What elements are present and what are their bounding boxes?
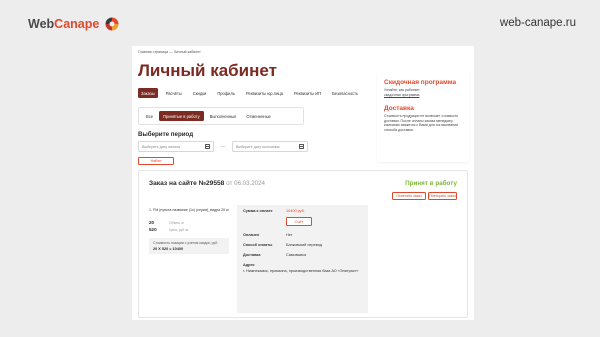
start-date-field[interactable]: Выберите дату начала [138, 141, 214, 153]
delivery-title: Доставка [384, 105, 414, 113]
discount-program-link[interactable]: скидочная программа [384, 93, 419, 97]
summary-payment-method-row: Способ оплаты Банковский перевод [243, 243, 362, 247]
filter-all[interactable]: Все [142, 111, 157, 121]
invoice-button[interactable]: Счёт [286, 217, 312, 227]
summary-total-row: Сумма к оплате 10400 руб. [243, 209, 362, 213]
paid-value: Нет [286, 233, 293, 238]
logo-mark-icon [105, 17, 119, 31]
price-value: 520 [149, 227, 157, 233]
product-name[interactable]: 1. FM (пункта название (1x) (серия)_видр… [149, 208, 229, 213]
tab-security[interactable]: Безопасность [329, 88, 361, 98]
tab-orders[interactable]: Заказы [138, 88, 158, 99]
delivery-value: Самовывоз [286, 253, 307, 258]
delivery-label: Доставка [243, 253, 261, 258]
quantity-value: 20 [149, 220, 155, 226]
brand-name-part2: Canape [54, 17, 100, 31]
quantity-label: Объем, м [169, 220, 184, 225]
filter-cancelled[interactable]: Отмененные [242, 111, 274, 121]
find-button[interactable]: Найти [138, 157, 174, 166]
order-status-filter: Все Принятые в работу Выполненные Отмене… [138, 107, 304, 126]
total-label: Сумма к оплате [243, 209, 273, 214]
order-number: Заказ на сайте №29558 [149, 180, 225, 188]
info-sidebar: Скидочная программа Узнайте, как работае… [377, 72, 469, 162]
item-cost-box: Стоимость позиции с учетом скидки, руб. … [149, 238, 229, 254]
end-date-field[interactable]: Выберите дату окончания [232, 141, 308, 153]
summary-paid-row: Оплачен Нет [243, 233, 362, 237]
filter-accepted[interactable]: Принятые в работу [159, 111, 204, 122]
quantity-row: 20 Объем, м [149, 220, 229, 225]
discount-program-title: Скидочная программа [384, 79, 457, 86]
order-date: от 06.03.2024 [226, 180, 265, 188]
tab-payments[interactable]: Расчёты [163, 88, 185, 98]
price-label: Цена, руб./м [169, 227, 189, 232]
discount-intro: Узнайте, как работает [384, 88, 420, 92]
calendar-icon[interactable] [299, 144, 304, 150]
address-value: г. Нижнекамск, промзона, производственна… [243, 269, 359, 274]
tab-profile[interactable]: Профиль [214, 88, 238, 98]
order-title: Заказ на сайте №29558 от 06.03.2024 [149, 180, 265, 187]
start-date-placeholder: Выберите дату начала [142, 144, 180, 149]
order-card: Заказ на сайте №29558 от 06.03.2024 Прин… [138, 170, 468, 319]
tab-entrepreneur-details[interactable]: Реквизиты ИП [291, 88, 324, 98]
summary-delivery-row: Доставка Самовывоз [243, 253, 362, 257]
brand-logo[interactable]: Web Canape [28, 16, 120, 32]
payment-method-label: Способ оплаты [243, 243, 273, 248]
site-url: web-canape.ru [499, 17, 576, 29]
order-item: 1. FM (пункта название (1x) (серия)_видр… [149, 208, 229, 254]
end-date-placeholder: Выберите дату окончания [236, 144, 280, 149]
paid-label: Оплачен [243, 233, 260, 238]
price-row: 520 Цена, руб./м [149, 227, 229, 232]
calendar-icon[interactable] [205, 144, 210, 150]
tab-discounts[interactable]: Скидки [190, 88, 210, 98]
status-badge: Принят в работу [405, 180, 457, 188]
tab-company-details[interactable]: Реквизиты юр.лица [243, 88, 286, 98]
filter-completed[interactable]: Выполненные [206, 111, 241, 121]
item-cost-label: Стоимость позиции с учетом скидки, руб. [153, 241, 219, 246]
total-value: 10400 руб. [286, 209, 305, 214]
brand-name-part1: Web [28, 17, 55, 31]
discount-program-text: Узнайте, как работает скидочная программ… [384, 88, 462, 97]
cancel-order-button[interactable]: Отменить заказ [392, 192, 426, 201]
repeat-order-button[interactable]: Повторить заказ [428, 192, 457, 201]
delivery-text: Стоимость продукции не включает стоимост… [384, 114, 459, 132]
item-cost-value: 20 Х 520 = 10400 [153, 246, 184, 251]
payment-method-value: Банковский перевод [286, 243, 322, 248]
address-label: Адрес [243, 263, 255, 268]
order-summary: Сумма к оплате 10400 руб. Счёт Оплачен Н… [237, 205, 368, 314]
breadcrumb[interactable]: Главная страница — Личный кабинет [138, 50, 468, 54]
date-separator: — [220, 143, 226, 150]
